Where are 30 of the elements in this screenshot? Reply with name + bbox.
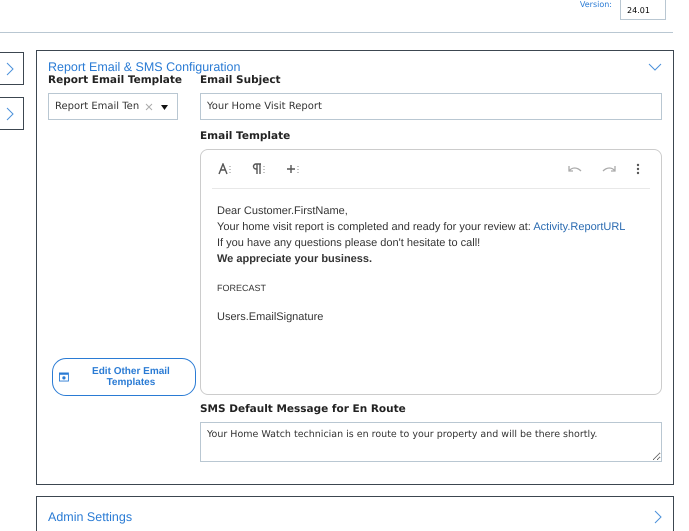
email-text-line: If you have any questions please don't hesitate to call! [217,237,482,249]
template-select[interactable]: Report Email Ten [48,93,178,120]
email-text-line: We appreciate your business. [217,253,374,265]
version-label: Version: [580,0,612,9]
subject-field[interactable]: Your Home Visit Report [200,93,662,120]
chevron-down-icon [648,63,662,71]
side-button[interactable] [0,52,24,85]
side-button[interactable] [0,97,24,130]
email-editor[interactable] [200,149,662,395]
email-text-line: Dear Customer.FirstName, [217,205,349,217]
font-icon[interactable] [218,163,232,175]
more-icon[interactable] [636,163,640,175]
panel-title[interactable]: Report Email & SMS Configuration [48,60,240,74]
chevron-right-icon [6,106,14,120]
panel-title[interactable]: Admin Settings [48,510,132,524]
field-label: SMS Default Message for En Route [200,403,407,415]
chevron-right-icon [6,62,14,76]
version-field[interactable]: 24.01 [620,0,666,20]
email-text-line: Users.EmailSignature [217,311,324,323]
paragraph-icon[interactable] [252,163,266,175]
field-label: Email Template [200,130,292,142]
chevron-right-icon [654,510,662,524]
template-icon [59,372,69,382]
edit-templates-button[interactable]: Edit Other Email Templates [52,358,196,396]
sms-message-field[interactable]: Your Home Watch technician is en route to your property and will be there shortly. [200,422,662,462]
field-label: Email Subject [200,74,282,86]
email-text-line: Your home visit report is completed and ready for your review at: Activity.ReportURL [217,221,626,233]
plus-icon[interactable] [286,163,300,175]
report-url-link[interactable]: Activity.ReportURL [533,221,626,233]
email-text-line: FORECAST [217,283,268,293]
